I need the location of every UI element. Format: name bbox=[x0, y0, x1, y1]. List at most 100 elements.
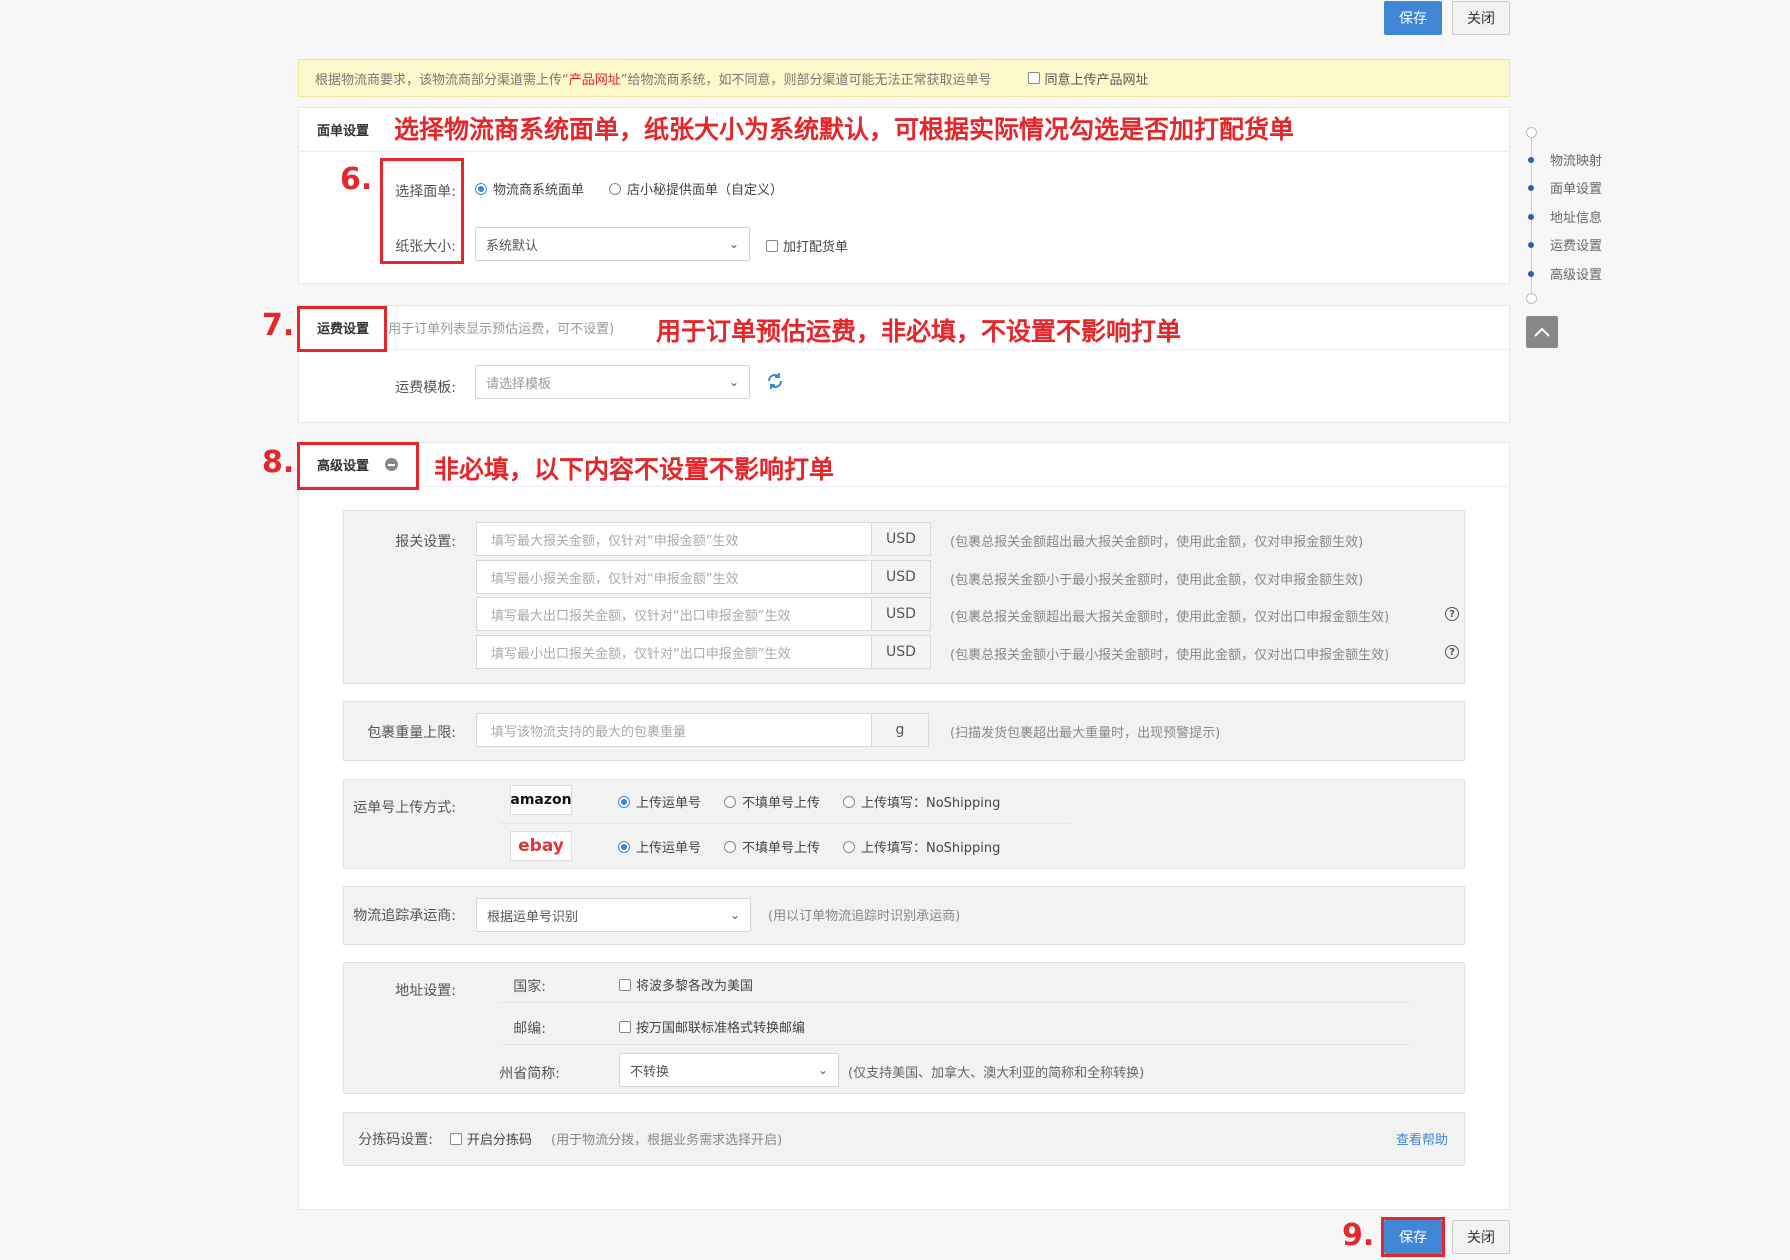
annotation-9-number: 9. bbox=[1342, 1218, 1375, 1253]
help-question-icon[interactable]: ? bbox=[1445, 645, 1459, 659]
ebay-upload-tracking-radio[interactable]: 上传运单号 bbox=[618, 837, 701, 856]
annotation-7-text: 用于订单预估运费，非必填，不设置不影响打单 bbox=[656, 317, 1182, 346]
country-label: 国家: bbox=[513, 979, 546, 995]
ebay-noshipping-radio[interactable]: 上传填写：NoShipping bbox=[843, 837, 1000, 856]
enable-sort-code-text: 开启分拣码 bbox=[467, 1133, 533, 1148]
zip-convert-text: 按万国邮联标准格式转换邮编 bbox=[636, 1021, 806, 1036]
freight-template-label: 运费模板: bbox=[395, 380, 456, 396]
freight-template-select[interactable]: 请选择模板 ⌄ bbox=[475, 365, 750, 399]
enable-sort-code-checkbox[interactable]: 开启分拣码 bbox=[450, 1129, 532, 1148]
view-help-link[interactable]: 查看帮助 bbox=[1396, 1129, 1448, 1148]
country-convert-checkbox[interactable]: 将波多黎各改为美国 bbox=[619, 975, 753, 994]
address-separator-2 bbox=[500, 1044, 1410, 1045]
annotation-8-text: 非必填，以下内容不设置不影响打单 bbox=[434, 455, 835, 484]
radio-shop-text: 店小秘提供面单（自定义） bbox=[627, 183, 784, 198]
side-nav-freight-settings[interactable]: 运费设置 bbox=[1528, 235, 1602, 254]
radio-checked-icon bbox=[475, 182, 487, 195]
chevron-down-icon: ⌄ bbox=[728, 237, 739, 251]
annotation-7-number: 7. bbox=[262, 308, 295, 343]
side-nav-address-info[interactable]: 地址信息 bbox=[1528, 207, 1602, 226]
amazon-logo-text: amazon bbox=[510, 792, 572, 808]
checkbox-icon bbox=[766, 239, 778, 252]
amazon-opt2-text: 不填单号上传 bbox=[742, 796, 821, 811]
checkbox-icon bbox=[1027, 72, 1040, 84]
checkbox-icon bbox=[619, 978, 631, 991]
radio-shop-label[interactable]: 店小秘提供面单（自定义） bbox=[609, 179, 783, 198]
add-packing-text: 加打配货单 bbox=[783, 240, 849, 255]
nav-dot-icon bbox=[1528, 241, 1534, 248]
min-export-customs-unit: USD bbox=[871, 635, 931, 669]
side-nav-advanced-settings[interactable]: 高级设置 bbox=[1528, 264, 1602, 283]
refresh-icon[interactable] bbox=[766, 372, 784, 390]
min-export-customs-input[interactable]: 填写最小出口报关金额，仅针对“出口申报金额”生效 bbox=[476, 635, 872, 669]
max-export-customs-unit: USD bbox=[871, 597, 931, 631]
tracking-carrier-hint: (用以订单物流追踪时识别承运商) bbox=[768, 909, 961, 924]
agree-upload-url-checkbox[interactable]: 同意上传产品网址 bbox=[1027, 69, 1149, 88]
nav-dot-icon bbox=[1528, 213, 1534, 220]
nav-dot-icon bbox=[1528, 270, 1534, 277]
paper-size-select[interactable]: 系统默认 ⌄ bbox=[475, 227, 750, 261]
sort-code-label: 分拣码设置: bbox=[358, 1132, 433, 1148]
agree-upload-url-label: 同意上传产品网址 bbox=[1044, 72, 1149, 88]
ebay-logo-text: ebay bbox=[518, 836, 564, 856]
add-packing-checkbox[interactable]: 加打配货单 bbox=[766, 236, 848, 255]
radio-icon bbox=[843, 840, 855, 853]
side-nav-logistics-mapping[interactable]: 物流映射 bbox=[1528, 150, 1602, 169]
side-nav-label-settings[interactable]: 面单设置 bbox=[1528, 178, 1602, 197]
weight-unit: g bbox=[871, 713, 929, 747]
notice-text-after: ”给物流商系统，如不同意，则部分渠道可能无法正常获取运单号 bbox=[620, 72, 992, 88]
weight-input[interactable]: 填写该物流支持的最大的包裹重量 bbox=[476, 713, 872, 747]
chevron-down-icon: ⌄ bbox=[817, 1063, 828, 1077]
bottom-save-button[interactable]: 保存 bbox=[1384, 1220, 1442, 1254]
state-abbr-select[interactable]: 不转换 ⌄ bbox=[619, 1053, 839, 1087]
amazon-upload-tracking-radio[interactable]: 上传运单号 bbox=[618, 792, 701, 811]
radio-checked-icon bbox=[618, 840, 630, 853]
annotation-7-box bbox=[297, 306, 387, 352]
top-save-button[interactable]: 保存 bbox=[1384, 1, 1442, 35]
zip-convert-checkbox[interactable]: 按万国邮联标准格式转换邮编 bbox=[619, 1017, 805, 1036]
upload-method-label: 运单号上传方式: bbox=[353, 800, 456, 816]
state-abbr-value: 不转换 bbox=[630, 1064, 670, 1080]
amazon-opt3-text: 上传填写：NoShipping bbox=[861, 796, 1001, 811]
amazon-opt1-text: 上传运单号 bbox=[636, 796, 702, 811]
zip-label: 邮编: bbox=[513, 1021, 546, 1037]
back-to-top-button[interactable] bbox=[1526, 316, 1558, 348]
max-customs-input[interactable]: 填写最大报关金额，仅针对“申报金额”生效 bbox=[476, 522, 872, 556]
side-nav-bottom-ring bbox=[1526, 293, 1537, 304]
min-export-customs-hint: (包裹总报关金额小于最小报关金额时，使用此金额，仅对出口申报金额生效) bbox=[950, 648, 1390, 663]
ebay-opt2-text: 不填单号上传 bbox=[742, 841, 821, 856]
chevron-down-icon: ⌄ bbox=[729, 908, 740, 922]
customs-label: 报关设置: bbox=[395, 534, 456, 550]
max-export-customs-input[interactable]: 填写最大出口报关金额，仅针对“出口申报金额”生效 bbox=[476, 597, 872, 631]
min-customs-hint: (包裹总报关金额小于最小报关金额时，使用此金额，仅对申报金额生效) bbox=[950, 573, 1364, 588]
radio-icon bbox=[843, 795, 855, 808]
amazon-noshipping-radio[interactable]: 上传填写：NoShipping bbox=[843, 792, 1000, 811]
tracking-carrier-select[interactable]: 根据运单号识别 ⌄ bbox=[476, 898, 751, 932]
weight-label: 包裹重量上限: bbox=[367, 725, 456, 741]
annotation-6-text: 选择物流商系统面单，纸张大小为系统默认，可根据实际情况勾选是否加打配货单 bbox=[394, 115, 1295, 144]
state-abbr-hint: (仅支持美国、加拿大、澳大利亚的简称和全称转换) bbox=[848, 1066, 1145, 1081]
address-separator-1 bbox=[500, 1002, 1410, 1003]
address-label: 地址设置: bbox=[395, 983, 456, 999]
nav-dot-icon bbox=[1528, 156, 1534, 163]
radio-system-label[interactable]: 物流商系统面单 bbox=[475, 179, 584, 198]
max-export-customs-hint: (包裹总报关金额超出最大报关金额时，使用此金额，仅对出口申报金额生效) bbox=[950, 610, 1390, 625]
amazon-no-number-radio[interactable]: 不填单号上传 bbox=[724, 792, 820, 811]
ebay-no-number-radio[interactable]: 不填单号上传 bbox=[724, 837, 820, 856]
paper-size-value: 系统默认 bbox=[486, 238, 539, 254]
top-close-button[interactable]: 关闭 bbox=[1452, 1, 1510, 35]
checkbox-icon bbox=[450, 1132, 462, 1145]
help-question-icon[interactable]: ? bbox=[1445, 607, 1459, 621]
checkbox-icon bbox=[619, 1020, 631, 1033]
radio-checked-icon bbox=[618, 795, 630, 808]
notice-bar: 根据物流商要求，该物流商部分渠道需上传“ 产品网址 ”给物流商系统，如不同意，则… bbox=[298, 59, 1510, 97]
nav-dot-icon bbox=[1528, 184, 1534, 191]
max-customs-unit: USD bbox=[871, 522, 931, 556]
side-nav-text: 面单设置 bbox=[1550, 182, 1603, 197]
ebay-logo: ebay bbox=[510, 831, 572, 861]
min-customs-input[interactable]: 填写最小报关金额，仅针对“申报金额”生效 bbox=[476, 560, 872, 594]
notice-highlight: 产品网址 bbox=[568, 72, 621, 88]
radio-icon bbox=[724, 795, 736, 808]
bottom-close-button[interactable]: 关闭 bbox=[1452, 1220, 1510, 1254]
side-nav-text: 高级设置 bbox=[1550, 268, 1603, 283]
